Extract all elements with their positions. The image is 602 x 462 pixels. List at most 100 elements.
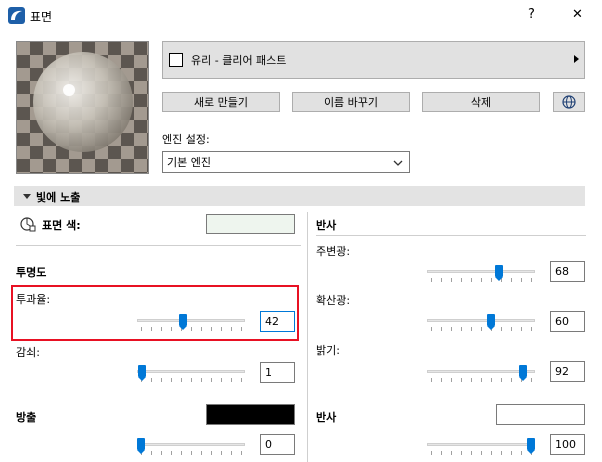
- reflection-value: 100: [555, 438, 576, 451]
- slider-tick: [181, 451, 182, 455]
- slider-tick: [471, 278, 472, 282]
- slider-tick: [491, 378, 492, 382]
- new-material-button[interactable]: 새로 만들기: [162, 92, 280, 112]
- diffuse-value: 60: [555, 315, 569, 328]
- slider-tick: [441, 278, 442, 282]
- emission-input[interactable]: 0: [260, 434, 295, 455]
- slider-tick: [441, 327, 442, 331]
- slider-tick: [151, 378, 152, 382]
- slider-tick: [531, 378, 532, 382]
- diffuse-slider[interactable]: [427, 313, 535, 331]
- slider-thumb[interactable]: [527, 438, 535, 454]
- slider-tick: [241, 451, 242, 455]
- slider-track: [137, 319, 245, 322]
- reflection-slider[interactable]: [427, 437, 535, 455]
- slider-tick: [191, 327, 192, 331]
- engine-select-value: 기본 엔진: [167, 156, 211, 169]
- slider-tick: [241, 378, 242, 382]
- right-divider: [316, 235, 586, 236]
- slider-tick: [531, 327, 532, 331]
- slider-tick: [471, 327, 472, 331]
- ambient-slider[interactable]: [427, 264, 535, 282]
- emission-color-swatch[interactable]: [206, 404, 295, 425]
- emission-value: 0: [265, 438, 272, 451]
- slider-tick: [461, 451, 462, 455]
- slider-tick: [161, 378, 162, 382]
- slider-tick: [451, 278, 452, 282]
- slider-thumb[interactable]: [519, 365, 527, 381]
- reflection-input[interactable]: 100: [550, 434, 585, 455]
- emission-slider[interactable]: [137, 437, 245, 455]
- slider-tick: [151, 327, 152, 331]
- slider-tick: [431, 327, 432, 331]
- reflection-heading: 반사: [316, 219, 337, 232]
- rename-material-button[interactable]: 이름 바꾸기: [292, 92, 410, 112]
- brightness-value: 92: [555, 365, 569, 378]
- ambient-label: 주변광:: [316, 245, 351, 258]
- transmission-slider[interactable]: [137, 313, 245, 331]
- attenuation-slider[interactable]: [137, 364, 245, 382]
- slider-tick: [201, 378, 202, 382]
- attenuation-input[interactable]: 1: [260, 362, 295, 383]
- slider-tick: [531, 278, 532, 282]
- slider-track: [427, 319, 535, 322]
- slider-thumb[interactable]: [487, 314, 495, 330]
- slider-tick: [501, 451, 502, 455]
- left-divider: [16, 245, 301, 246]
- slider-thumb[interactable]: [179, 314, 187, 330]
- slider-tick: [221, 378, 222, 382]
- slider-tick: [461, 278, 462, 282]
- slider-tick: [231, 378, 232, 382]
- slider-ticks: [137, 378, 245, 382]
- engine-select[interactable]: 기본 엔진: [162, 151, 410, 173]
- window-title: 표면: [30, 10, 53, 24]
- slider-thumb[interactable]: [138, 365, 146, 381]
- slider-tick: [181, 378, 182, 382]
- transmission-input[interactable]: 42: [260, 311, 295, 332]
- ambient-input[interactable]: 68: [550, 261, 585, 282]
- diffuse-input[interactable]: 60: [550, 311, 585, 332]
- section-header[interactable]: 빛에 노출: [14, 186, 585, 206]
- reflection-color-swatch[interactable]: [496, 404, 585, 425]
- close-button[interactable]: ✕: [572, 7, 583, 22]
- brightness-slider[interactable]: [427, 364, 535, 382]
- slider-tick: [511, 327, 512, 331]
- collapse-triangle-icon: [23, 194, 31, 199]
- column-divider: [307, 212, 308, 462]
- slider-thumb[interactable]: [495, 265, 503, 281]
- slider-tick: [471, 451, 472, 455]
- slider-ticks: [427, 278, 535, 282]
- material-selector[interactable]: 유리 - 클리어 패스트: [162, 41, 585, 79]
- slider-track: [427, 443, 535, 446]
- slider-tick: [461, 327, 462, 331]
- slider-tick: [511, 278, 512, 282]
- web-button[interactable]: [553, 92, 585, 112]
- slider-tick: [491, 451, 492, 455]
- slider-ticks: [427, 451, 535, 455]
- slider-tick: [171, 327, 172, 331]
- slider-tick: [501, 327, 502, 331]
- slider-tick: [211, 327, 212, 331]
- slider-tick: [221, 451, 222, 455]
- slider-tick: [201, 327, 202, 331]
- slider-tick: [201, 451, 202, 455]
- slider-tick: [521, 278, 522, 282]
- slider-tick: [481, 327, 482, 331]
- attenuation-value: 1: [265, 366, 272, 379]
- help-button[interactable]: ?: [528, 7, 535, 22]
- material-name: 유리 - 클리어 패스트: [191, 54, 287, 67]
- slider-tick: [441, 378, 442, 382]
- slider-tick: [491, 278, 492, 282]
- surface-color-swatch[interactable]: [206, 214, 295, 234]
- slider-thumb[interactable]: [137, 438, 145, 454]
- diffuse-label: 확산광:: [316, 294, 351, 307]
- globe-icon: [562, 95, 576, 109]
- chevron-right-icon: [574, 55, 579, 63]
- material-swatch: [169, 53, 183, 67]
- slider-tick: [521, 327, 522, 331]
- slider-tick: [451, 327, 452, 331]
- emission-label: 방출: [16, 411, 37, 424]
- delete-material-button[interactable]: 삭제: [422, 92, 540, 112]
- brightness-input[interactable]: 92: [550, 361, 585, 382]
- slider-tick: [211, 451, 212, 455]
